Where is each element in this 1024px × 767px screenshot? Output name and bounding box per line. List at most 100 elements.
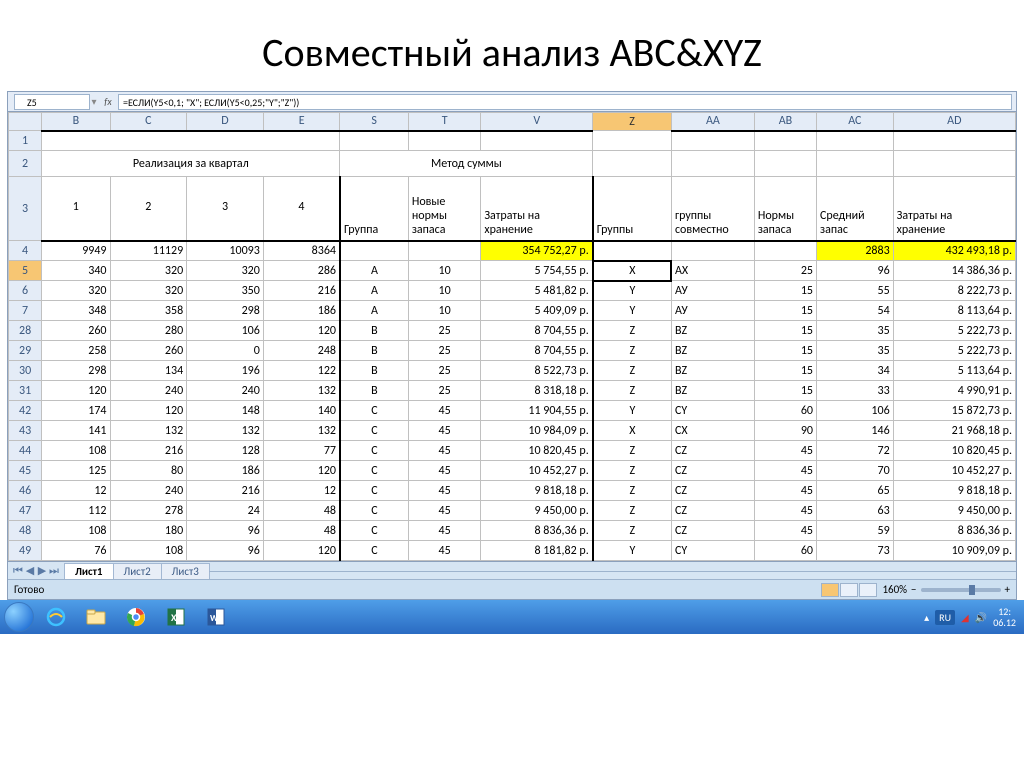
cell-V7[interactable]: 5 409,09 р. bbox=[481, 301, 593, 321]
cell-B46[interactable]: 12 bbox=[42, 481, 110, 501]
cell-D31[interactable]: 240 bbox=[187, 381, 264, 401]
cell-S49[interactable]: С bbox=[340, 541, 408, 561]
cell-S44[interactable]: С bbox=[340, 441, 408, 461]
cell-AC7[interactable]: 54 bbox=[817, 301, 894, 321]
sheet-tab-1[interactable]: Лист2 bbox=[113, 563, 162, 579]
cell-S6[interactable]: А bbox=[340, 281, 408, 301]
cell-T6[interactable]: 10 bbox=[408, 281, 481, 301]
cell-C47[interactable]: 278 bbox=[110, 501, 187, 521]
cell-V28[interactable]: 8 704,55 р. bbox=[481, 321, 593, 341]
cell-T43[interactable]: 45 bbox=[408, 421, 481, 441]
cell-B30[interactable]: 298 bbox=[42, 361, 110, 381]
cell-AD6[interactable]: 8 222,73 р. bbox=[893, 281, 1015, 301]
cell-E5[interactable]: 286 bbox=[263, 261, 340, 281]
cell-S28[interactable]: В bbox=[340, 321, 408, 341]
tray-volume-icon[interactable]: 🔊 bbox=[975, 611, 987, 624]
cell-AC42[interactable]: 106 bbox=[817, 401, 894, 421]
cell-AC29[interactable]: 35 bbox=[817, 341, 894, 361]
cell-AD28[interactable]: 5 222,73 р. bbox=[893, 321, 1015, 341]
cell-V44[interactable]: 10 820,45 р. bbox=[481, 441, 593, 461]
cell-AA7[interactable]: АУ bbox=[671, 301, 754, 321]
cell-S7[interactable]: А bbox=[340, 301, 408, 321]
cell-AD7[interactable]: 8 113,64 р. bbox=[893, 301, 1015, 321]
cell-T48[interactable]: 45 bbox=[408, 521, 481, 541]
cell-D44[interactable]: 128 bbox=[187, 441, 264, 461]
cell-T42[interactable]: 45 bbox=[408, 401, 481, 421]
cell-AA45[interactable]: CZ bbox=[671, 461, 754, 481]
word-icon[interactable]: W bbox=[198, 604, 234, 630]
rowhead-1[interactable]: 1 bbox=[9, 131, 42, 151]
col-C[interactable]: C bbox=[110, 113, 187, 131]
cell-Z29[interactable]: Z bbox=[593, 341, 672, 361]
cell-E42[interactable]: 140 bbox=[263, 401, 340, 421]
cell-Z49[interactable]: Y bbox=[593, 541, 672, 561]
cell-S45[interactable]: С bbox=[340, 461, 408, 481]
cell-AB46[interactable]: 45 bbox=[754, 481, 816, 501]
cell-T44[interactable]: 45 bbox=[408, 441, 481, 461]
cell-AD49[interactable]: 10 909,09 р. bbox=[893, 541, 1015, 561]
cell-AC49[interactable]: 73 bbox=[817, 541, 894, 561]
cell-V5[interactable]: 5 754,55 р. bbox=[481, 261, 593, 281]
cell-Z5[interactable]: X bbox=[593, 261, 672, 281]
cell-AC31[interactable]: 33 bbox=[817, 381, 894, 401]
cell-AC46[interactable]: 65 bbox=[817, 481, 894, 501]
cell-Z43[interactable]: X bbox=[593, 421, 672, 441]
cell-B7[interactable]: 348 bbox=[42, 301, 110, 321]
cell-E46[interactable]: 12 bbox=[263, 481, 340, 501]
rowhead-48[interactable]: 48 bbox=[9, 521, 42, 541]
cell-AB42[interactable]: 60 bbox=[754, 401, 816, 421]
cell-T29[interactable]: 25 bbox=[408, 341, 481, 361]
cell-AA31[interactable]: ВZ bbox=[671, 381, 754, 401]
cell-C28[interactable]: 280 bbox=[110, 321, 187, 341]
cell-Z28[interactable]: Z bbox=[593, 321, 672, 341]
cell-T5[interactable]: 10 bbox=[408, 261, 481, 281]
cell-B43[interactable]: 141 bbox=[42, 421, 110, 441]
cell-E45[interactable]: 120 bbox=[263, 461, 340, 481]
cell-Z7[interactable]: Y bbox=[593, 301, 672, 321]
cell-B44[interactable]: 108 bbox=[42, 441, 110, 461]
cell-V47[interactable]: 9 450,00 р. bbox=[481, 501, 593, 521]
zoom-in-icon[interactable]: + bbox=[1005, 583, 1010, 596]
cell-C7[interactable]: 358 bbox=[110, 301, 187, 321]
cell-T31[interactable]: 25 bbox=[408, 381, 481, 401]
cell-AB44[interactable]: 45 bbox=[754, 441, 816, 461]
cell-AB49[interactable]: 60 bbox=[754, 541, 816, 561]
cell-V49[interactable]: 8 181,82 р. bbox=[481, 541, 593, 561]
cell-D48[interactable]: 96 bbox=[187, 521, 264, 541]
cell-AD46[interactable]: 9 818,18 р. bbox=[893, 481, 1015, 501]
formula-input[interactable]: =ЕСЛИ(Y5<0,1; "X"; ЕСЛИ(Y5<0,25;"Y";"Z")… bbox=[118, 94, 1012, 110]
cell-D47[interactable]: 24 bbox=[187, 501, 264, 521]
cell-Z42[interactable]: Y bbox=[593, 401, 672, 421]
cell-AB47[interactable]: 45 bbox=[754, 501, 816, 521]
name-box-dropdown-icon[interactable]: ▾ bbox=[90, 95, 98, 108]
cell-C42[interactable]: 120 bbox=[110, 401, 187, 421]
language-indicator[interactable]: RU bbox=[935, 610, 955, 625]
cell-B5[interactable]: 340 bbox=[42, 261, 110, 281]
cell-V4[interactable]: 354 752,27 р. bbox=[481, 241, 593, 261]
cell-AD45[interactable]: 10 452,27 р. bbox=[893, 461, 1015, 481]
col-B[interactable]: B bbox=[42, 113, 110, 131]
cell-AA30[interactable]: ВZ bbox=[671, 361, 754, 381]
cell-B49[interactable]: 76 bbox=[42, 541, 110, 561]
cell-AD5[interactable]: 14 386,36 р. bbox=[893, 261, 1015, 281]
cell-AC43[interactable]: 146 bbox=[817, 421, 894, 441]
col-AA[interactable]: AA bbox=[671, 113, 754, 131]
cell-AD43[interactable]: 21 968,18 р. bbox=[893, 421, 1015, 441]
cell-V48[interactable]: 8 836,36 р. bbox=[481, 521, 593, 541]
cell-D45[interactable]: 186 bbox=[187, 461, 264, 481]
cell-AB48[interactable]: 45 bbox=[754, 521, 816, 541]
cell-S30[interactable]: В bbox=[340, 361, 408, 381]
cell-C49[interactable]: 108 bbox=[110, 541, 187, 561]
rowhead-30[interactable]: 30 bbox=[9, 361, 42, 381]
cell-AA5[interactable]: АХ bbox=[671, 261, 754, 281]
cell-AD42[interactable]: 15 872,73 р. bbox=[893, 401, 1015, 421]
col-V[interactable]: V bbox=[481, 113, 593, 131]
cell-E4[interactable]: 8364 bbox=[263, 241, 340, 261]
start-button[interactable] bbox=[4, 602, 34, 632]
view-page-break[interactable] bbox=[859, 583, 877, 597]
cell-AB43[interactable]: 90 bbox=[754, 421, 816, 441]
col-AB[interactable]: AB bbox=[754, 113, 816, 131]
cell-Z4[interactable] bbox=[593, 241, 672, 261]
view-normal[interactable] bbox=[821, 583, 839, 597]
cell-B42[interactable]: 174 bbox=[42, 401, 110, 421]
